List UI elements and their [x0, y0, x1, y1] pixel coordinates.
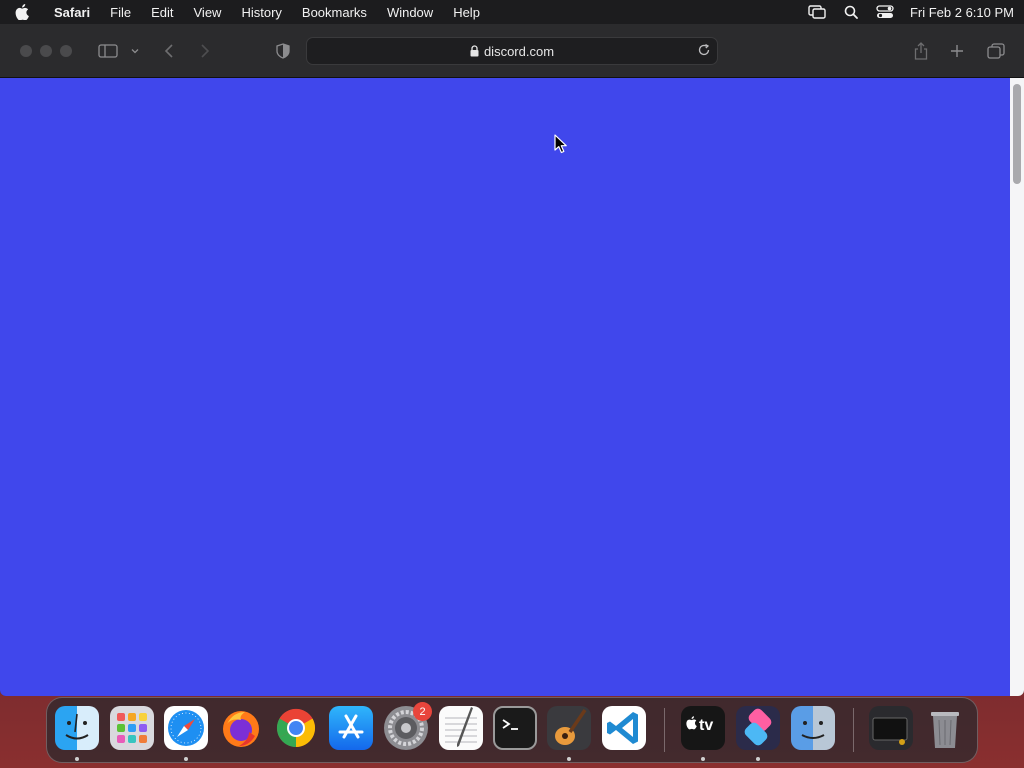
menu-history[interactable]: History	[231, 5, 291, 20]
launchpad-icon[interactable]	[110, 706, 154, 750]
migration-assistant-icon[interactable]	[791, 706, 835, 750]
mouse-pointer-icon	[554, 134, 568, 159]
shortcuts-icon[interactable]	[736, 706, 780, 750]
tab-overview-icon[interactable]	[986, 39, 1006, 63]
tab-group-chevron-icon[interactable]	[128, 39, 142, 63]
spotlight-search-icon[interactable]	[834, 0, 868, 24]
safari-icon[interactable]	[164, 706, 208, 750]
textedit-icon[interactable]	[439, 706, 483, 750]
screenshot-icon[interactable]	[869, 706, 913, 750]
chrome-icon[interactable]	[274, 706, 318, 750]
zoom-window-button[interactable]	[60, 45, 72, 57]
safari-window: discord.com	[0, 24, 1024, 696]
new-tab-icon[interactable]	[948, 39, 966, 63]
menu-view[interactable]: View	[184, 5, 232, 20]
menu-app-name[interactable]: Safari	[44, 5, 100, 20]
web-page-content[interactable]	[0, 78, 1010, 696]
scrollbar-thumb[interactable]	[1013, 84, 1021, 184]
share-icon[interactable]	[912, 39, 930, 63]
lock-icon	[470, 45, 479, 57]
garageband-icon[interactable]	[547, 706, 591, 750]
reload-icon[interactable]	[697, 43, 711, 57]
forward-button-icon[interactable]	[196, 39, 214, 63]
app-store-icon[interactable]	[329, 706, 373, 750]
minimize-window-button[interactable]	[40, 45, 52, 57]
vertical-scrollbar[interactable]	[1010, 78, 1024, 696]
sidebar-toggle-icon[interactable]	[96, 39, 120, 63]
firefox-icon[interactable]	[219, 706, 263, 750]
menu-edit[interactable]: Edit	[141, 5, 183, 20]
back-button-icon[interactable]	[160, 39, 178, 63]
browser-toolbar: discord.com	[0, 24, 1024, 78]
apple-tv-label: tv	[699, 717, 714, 734]
finder-icon[interactable]	[55, 706, 99, 750]
menu-file[interactable]: File	[100, 5, 141, 20]
system-settings-badge: 2	[413, 702, 432, 721]
menu-help[interactable]: Help	[443, 5, 490, 20]
apple-menu-icon[interactable]	[0, 4, 44, 20]
menu-bookmarks[interactable]: Bookmarks	[292, 5, 377, 20]
close-window-button[interactable]	[20, 45, 32, 57]
apple-tv-icon[interactable]: tv	[681, 706, 725, 750]
trash-icon[interactable]	[923, 706, 967, 750]
menu-bar-clock[interactable]: Fri Feb 2 6:10 PM	[902, 5, 1014, 20]
vscode-icon[interactable]	[602, 706, 646, 750]
screen-mirroring-icon[interactable]	[800, 0, 834, 24]
menu-window[interactable]: Window	[377, 5, 443, 20]
address-bar[interactable]: discord.com	[306, 37, 718, 65]
terminal-icon[interactable]	[493, 706, 537, 750]
menu-bar: Safari File Edit View History Bookmarks …	[0, 0, 1024, 24]
control-center-icon[interactable]	[868, 0, 902, 24]
dock: tv	[46, 697, 978, 763]
address-bar-url: discord.com	[483, 43, 555, 59]
privacy-report-shield-icon[interactable]	[274, 39, 292, 63]
desktop: Safari File Edit View History Bookmarks …	[0, 0, 1024, 768]
